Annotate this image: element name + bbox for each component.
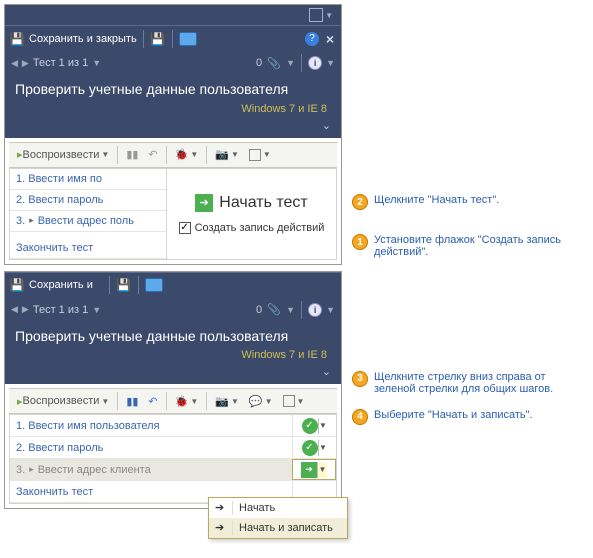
screenshot-button[interactable]: ▼ [211,145,243,165]
action-toolbar: Воспроизвести ▼ ▮▮ ↶ 🐞▼ ▼ 💬▼ ▼ [9,388,337,414]
test-runner-pane-1: ▼ Сохранить и закрыть ? × ◀ ▶ Тест 1 из … [4,4,342,265]
screenshot-button[interactable]: ▼ [211,391,243,411]
play-dropdown-menu: ➔ Начать ➔ Начать и записать [208,497,348,539]
view-switcher-bar: ▼ [5,5,341,25]
collapse-icon[interactable]: ⌄ [322,120,331,132]
test-title: Проверить учетные данные пользователя [5,75,341,103]
callout-4: 4 Выберите "Начать и записать". [352,409,589,425]
layout-icon[interactable] [309,8,323,22]
counter-dropdown-icon[interactable]: ▼ [92,58,101,68]
bug-button[interactable]: 🐞▼ [171,145,203,165]
test-step-row[interactable]: 1. Ввести имя пользователя ✓▼ [10,415,336,437]
nav-prev-icon[interactable]: ◀ [11,304,18,315]
test-step-shared[interactable]: 3. ▸ Ввести адрес поль [10,211,166,232]
attachment-count: 0 [256,57,262,69]
attachment-count: 0 [256,304,262,316]
create-recording-checkbox-row[interactable]: ✓ Создать запись действий [179,222,325,234]
info-icon[interactable]: i [308,56,322,70]
save-and-close-button[interactable]: Сохранить и [29,279,93,291]
nav-prev-icon[interactable]: ◀ [11,58,18,69]
checkbox-icon[interactable]: ✓ [179,222,191,234]
start-panel: ➔ Начать тест ✓ Создать запись действий [166,169,336,259]
test-config: Windows 7 и IE 8 [5,349,341,365]
test-step-row[interactable]: 2. Ввести пароль ✓▼ [10,437,336,459]
play-record-icon: ➔ [215,521,228,535]
info-icon[interactable]: i [308,303,322,317]
open-folder-icon[interactable] [145,278,163,292]
nav-next-icon[interactable]: ▶ [22,304,29,315]
info-dropdown-icon[interactable]: ▼ [326,58,335,68]
pause-button[interactable]: ▮▮ [122,391,142,411]
result-dropdown-icon[interactable]: ▼ [318,418,328,434]
pause-button[interactable]: ▮▮ [122,145,142,165]
result-dropdown-icon[interactable]: ▼ [318,440,328,456]
window-titlebar: Сохранить и [5,272,341,298]
test-title: Проверить учетные данные пользователя [5,322,341,350]
test-counter: Тест 1 из 1 [33,304,88,316]
help-icon[interactable]: ? [305,32,319,46]
attachment-dropdown-icon[interactable]: ▼ [286,58,295,68]
test-nav-bar: ◀ ▶ Тест 1 из 1 ▼ 0 ▼ i ▼ [5,51,341,75]
bug-button[interactable]: 🐞▼ [171,391,203,411]
save-icon [9,277,25,293]
action-toolbar: Воспроизвести ▼ ▮▮ ↶ 🐞▼ ▼ ▼ [9,142,337,168]
callout-badge: 2 [352,194,368,210]
dropdown-item-start[interactable]: ➔ Начать [209,498,347,518]
step-grid: 1. Ввести имя пользователя ✓▼ 2. Ввести … [9,414,337,504]
callout-1: 1 Установите флажок "Создать запись дейс… [352,234,589,258]
layout-dropdown-icon[interactable]: ▼ [325,11,333,20]
save-button[interactable] [116,277,132,293]
save-button[interactable] [150,31,166,47]
play-dropdown-icon[interactable]: ▼ [317,462,327,478]
callout-badge: 4 [352,409,368,425]
callout-2: 2 Щелкните "Начать тест". [352,194,589,210]
start-test-button[interactable]: ➔ Начать тест [195,194,307,212]
info-dropdown-icon[interactable]: ▼ [326,305,335,315]
attachment-dropdown-icon[interactable]: ▼ [286,305,295,315]
play-button[interactable]: Воспроизвести ▼ [13,391,113,411]
end-test-step[interactable]: Закончить тест [10,238,166,259]
notes-button[interactable]: ▼ [245,145,275,165]
pass-icon[interactable]: ✓ [302,440,318,456]
open-folder-icon[interactable] [179,32,197,46]
attachment-icon[interactable] [266,55,282,71]
save-and-close-button[interactable]: Сохранить и закрыть [29,33,137,45]
window-titlebar: Сохранить и закрыть ? × [5,25,341,51]
comment-button[interactable]: 💬▼ [245,391,277,411]
play-button[interactable]: Воспроизвести ▼ [13,145,113,165]
shared-step-icon: ▸ [29,215,34,226]
test-config: Windows 7 и IE 8 [5,103,341,119]
callout-badge: 1 [352,234,368,250]
close-icon[interactable]: × [323,32,337,46]
shared-step-icon: ▸ [29,464,34,475]
test-step[interactable]: 1. Ввести имя по [10,169,166,190]
test-runner-pane-2: Сохранить и ◀ ▶ Тест 1 из 1 ▼ 0 ▼ i ▼ [4,271,342,510]
pass-icon[interactable]: ✓ [302,418,318,434]
step-list: 1. Ввести имя по 2. Ввести пароль 3. ▸ В… [9,168,337,260]
save-icon [9,31,25,47]
attachment-icon[interactable] [266,302,282,318]
counter-dropdown-icon[interactable]: ▼ [92,305,101,315]
play-arrow-icon: ➔ [195,194,213,212]
reset-button[interactable]: ↶ [144,391,161,411]
test-counter: Тест 1 из 1 [33,57,88,69]
test-step-row-shared[interactable]: 3. ▸ Ввести адрес клиента ➔ ▼ [10,459,336,481]
play-step-icon[interactable]: ➔ [301,462,317,478]
play-arrow-icon: ➔ [215,501,228,515]
test-nav-bar: ◀ ▶ Тест 1 из 1 ▼ 0 ▼ i ▼ [5,298,341,322]
window-button[interactable]: ▼ [279,391,309,411]
nav-next-icon[interactable]: ▶ [22,58,29,69]
test-step[interactable]: 2. Ввести пароль [10,190,166,211]
reset-button[interactable]: ↶ [144,145,161,165]
callout-badge: 3 [352,371,368,387]
dropdown-item-start-record[interactable]: ➔ Начать и записать [209,518,347,538]
callout-3: 3 Щелкните стрелку вниз справа от зелено… [352,371,589,395]
collapse-icon[interactable]: ⌄ [322,366,331,378]
